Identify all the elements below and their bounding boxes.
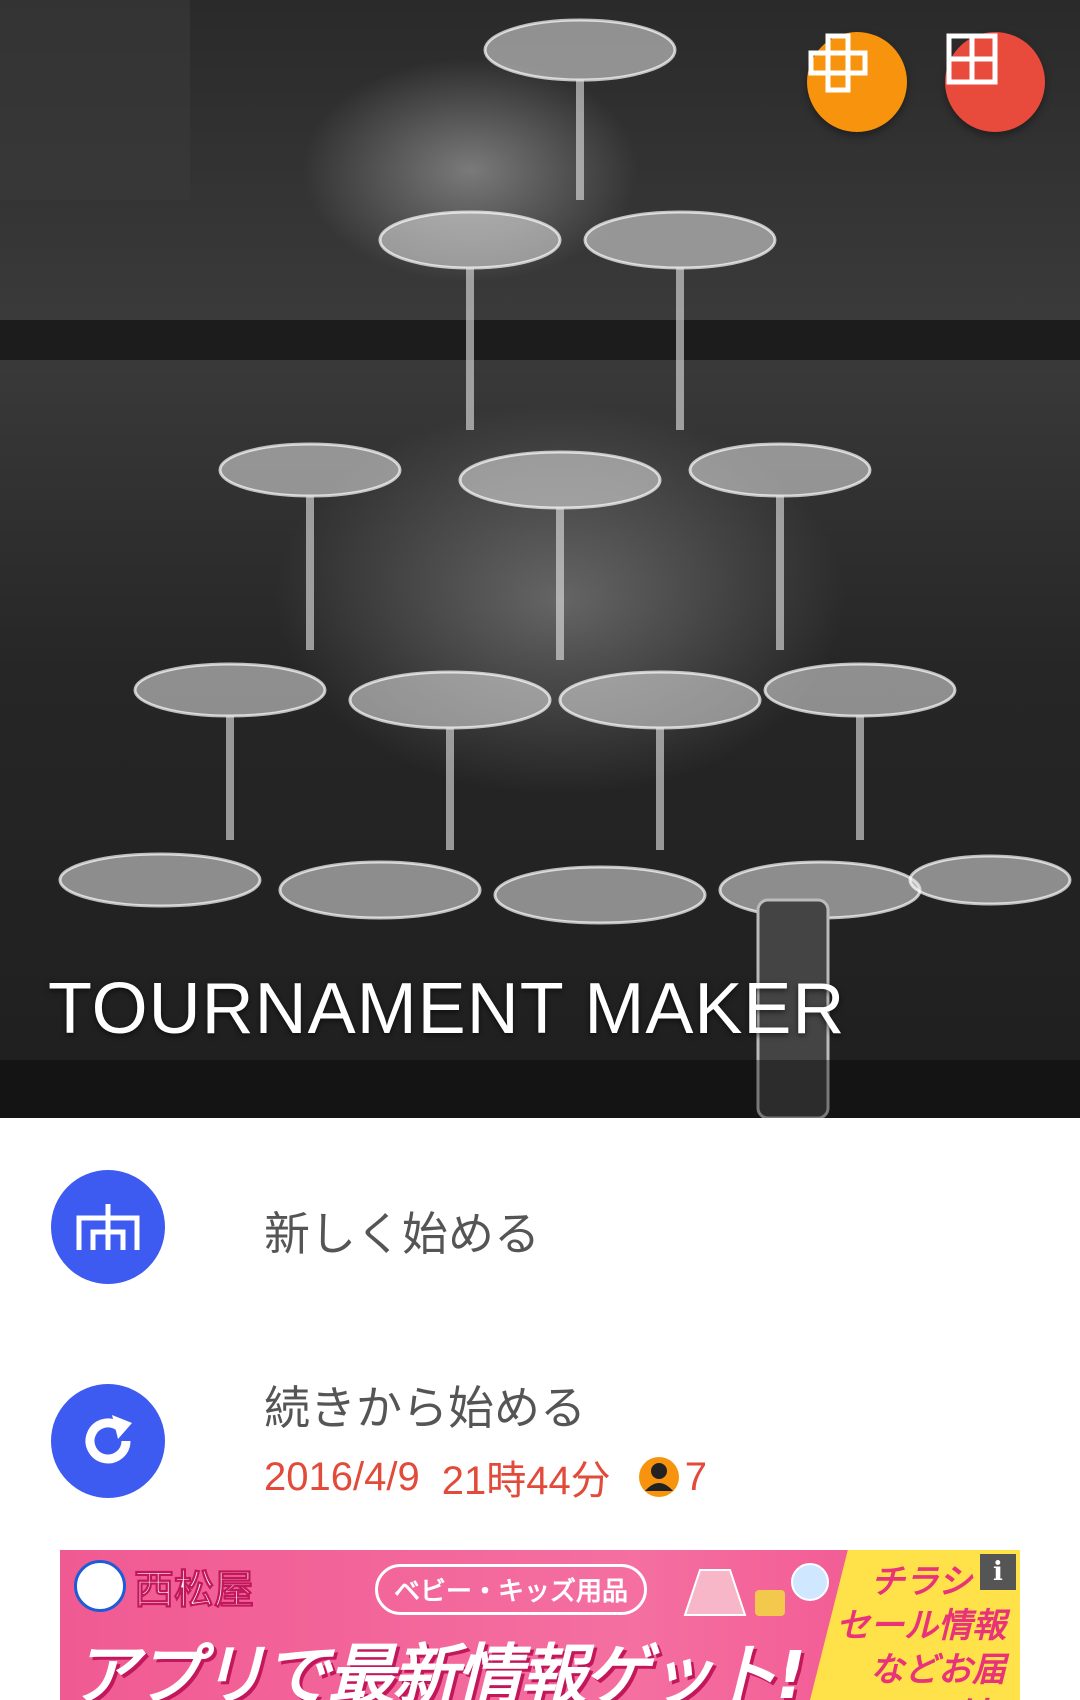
- continue-icon-button: [51, 1384, 165, 1498]
- ad-side-line-2: セール情報: [836, 1606, 1006, 1646]
- ad-side-text: チラシ・ セール情報 などお届け!: [826, 1560, 1006, 1700]
- new-start-item[interactable]: 新しく始める: [0, 1118, 1080, 1328]
- ad-category-pill: ベビー・キッズ用品: [375, 1564, 648, 1615]
- ad-side-line-1: チラシ・: [870, 1562, 1006, 1602]
- new-start-label: 新しく始める: [264, 1207, 540, 1261]
- ad-info-icon[interactable]: i: [980, 1554, 1016, 1590]
- champagne-tower-image: [0, 0, 1080, 1118]
- player-count: 7: [684, 1454, 707, 1499]
- brand-logo-icon: [74, 1560, 126, 1612]
- refresh-icon: [85, 1415, 132, 1464]
- ad-brand: 西松屋: [74, 1560, 255, 1614]
- baby-goods-icon: [683, 1563, 829, 1616]
- person-icon: [638, 1457, 679, 1497]
- tournament-bracket-icon: [76, 1204, 140, 1250]
- ad-headline: アプリで最新情報ゲット!: [72, 1637, 806, 1700]
- ad-brand-name: 西松屋: [134, 1567, 255, 1614]
- grid-icon: [946, 33, 998, 85]
- continue-meta: 2016/4/9 21時44分 7: [264, 1448, 707, 1506]
- continue-label: 続きから始める: [264, 1381, 586, 1435]
- continue-item[interactable]: 続きから始める 2016/4/9 21時44分 7: [0, 1368, 1080, 1548]
- saved-time: 21時44分: [441, 1459, 611, 1503]
- new-start-icon-button: [51, 1170, 165, 1284]
- hero-photo: TOURNAMENT MAKER: [0, 0, 1080, 1118]
- ad-side-line-3: などお届け!: [870, 1650, 1006, 1700]
- grid-layout-button[interactable]: [945, 32, 1045, 132]
- ad-banner[interactable]: 西松屋 ベビー・キッズ用品 アプリで最新情報ゲット! チラシ・ セール情報 など…: [60, 1550, 1020, 1700]
- saved-date: 2016/4/9: [264, 1454, 420, 1499]
- add-layout-button[interactable]: [807, 32, 907, 132]
- app-title: TOURNAMENT MAKER: [48, 969, 846, 1049]
- cross-grid-icon: [808, 33, 868, 93]
